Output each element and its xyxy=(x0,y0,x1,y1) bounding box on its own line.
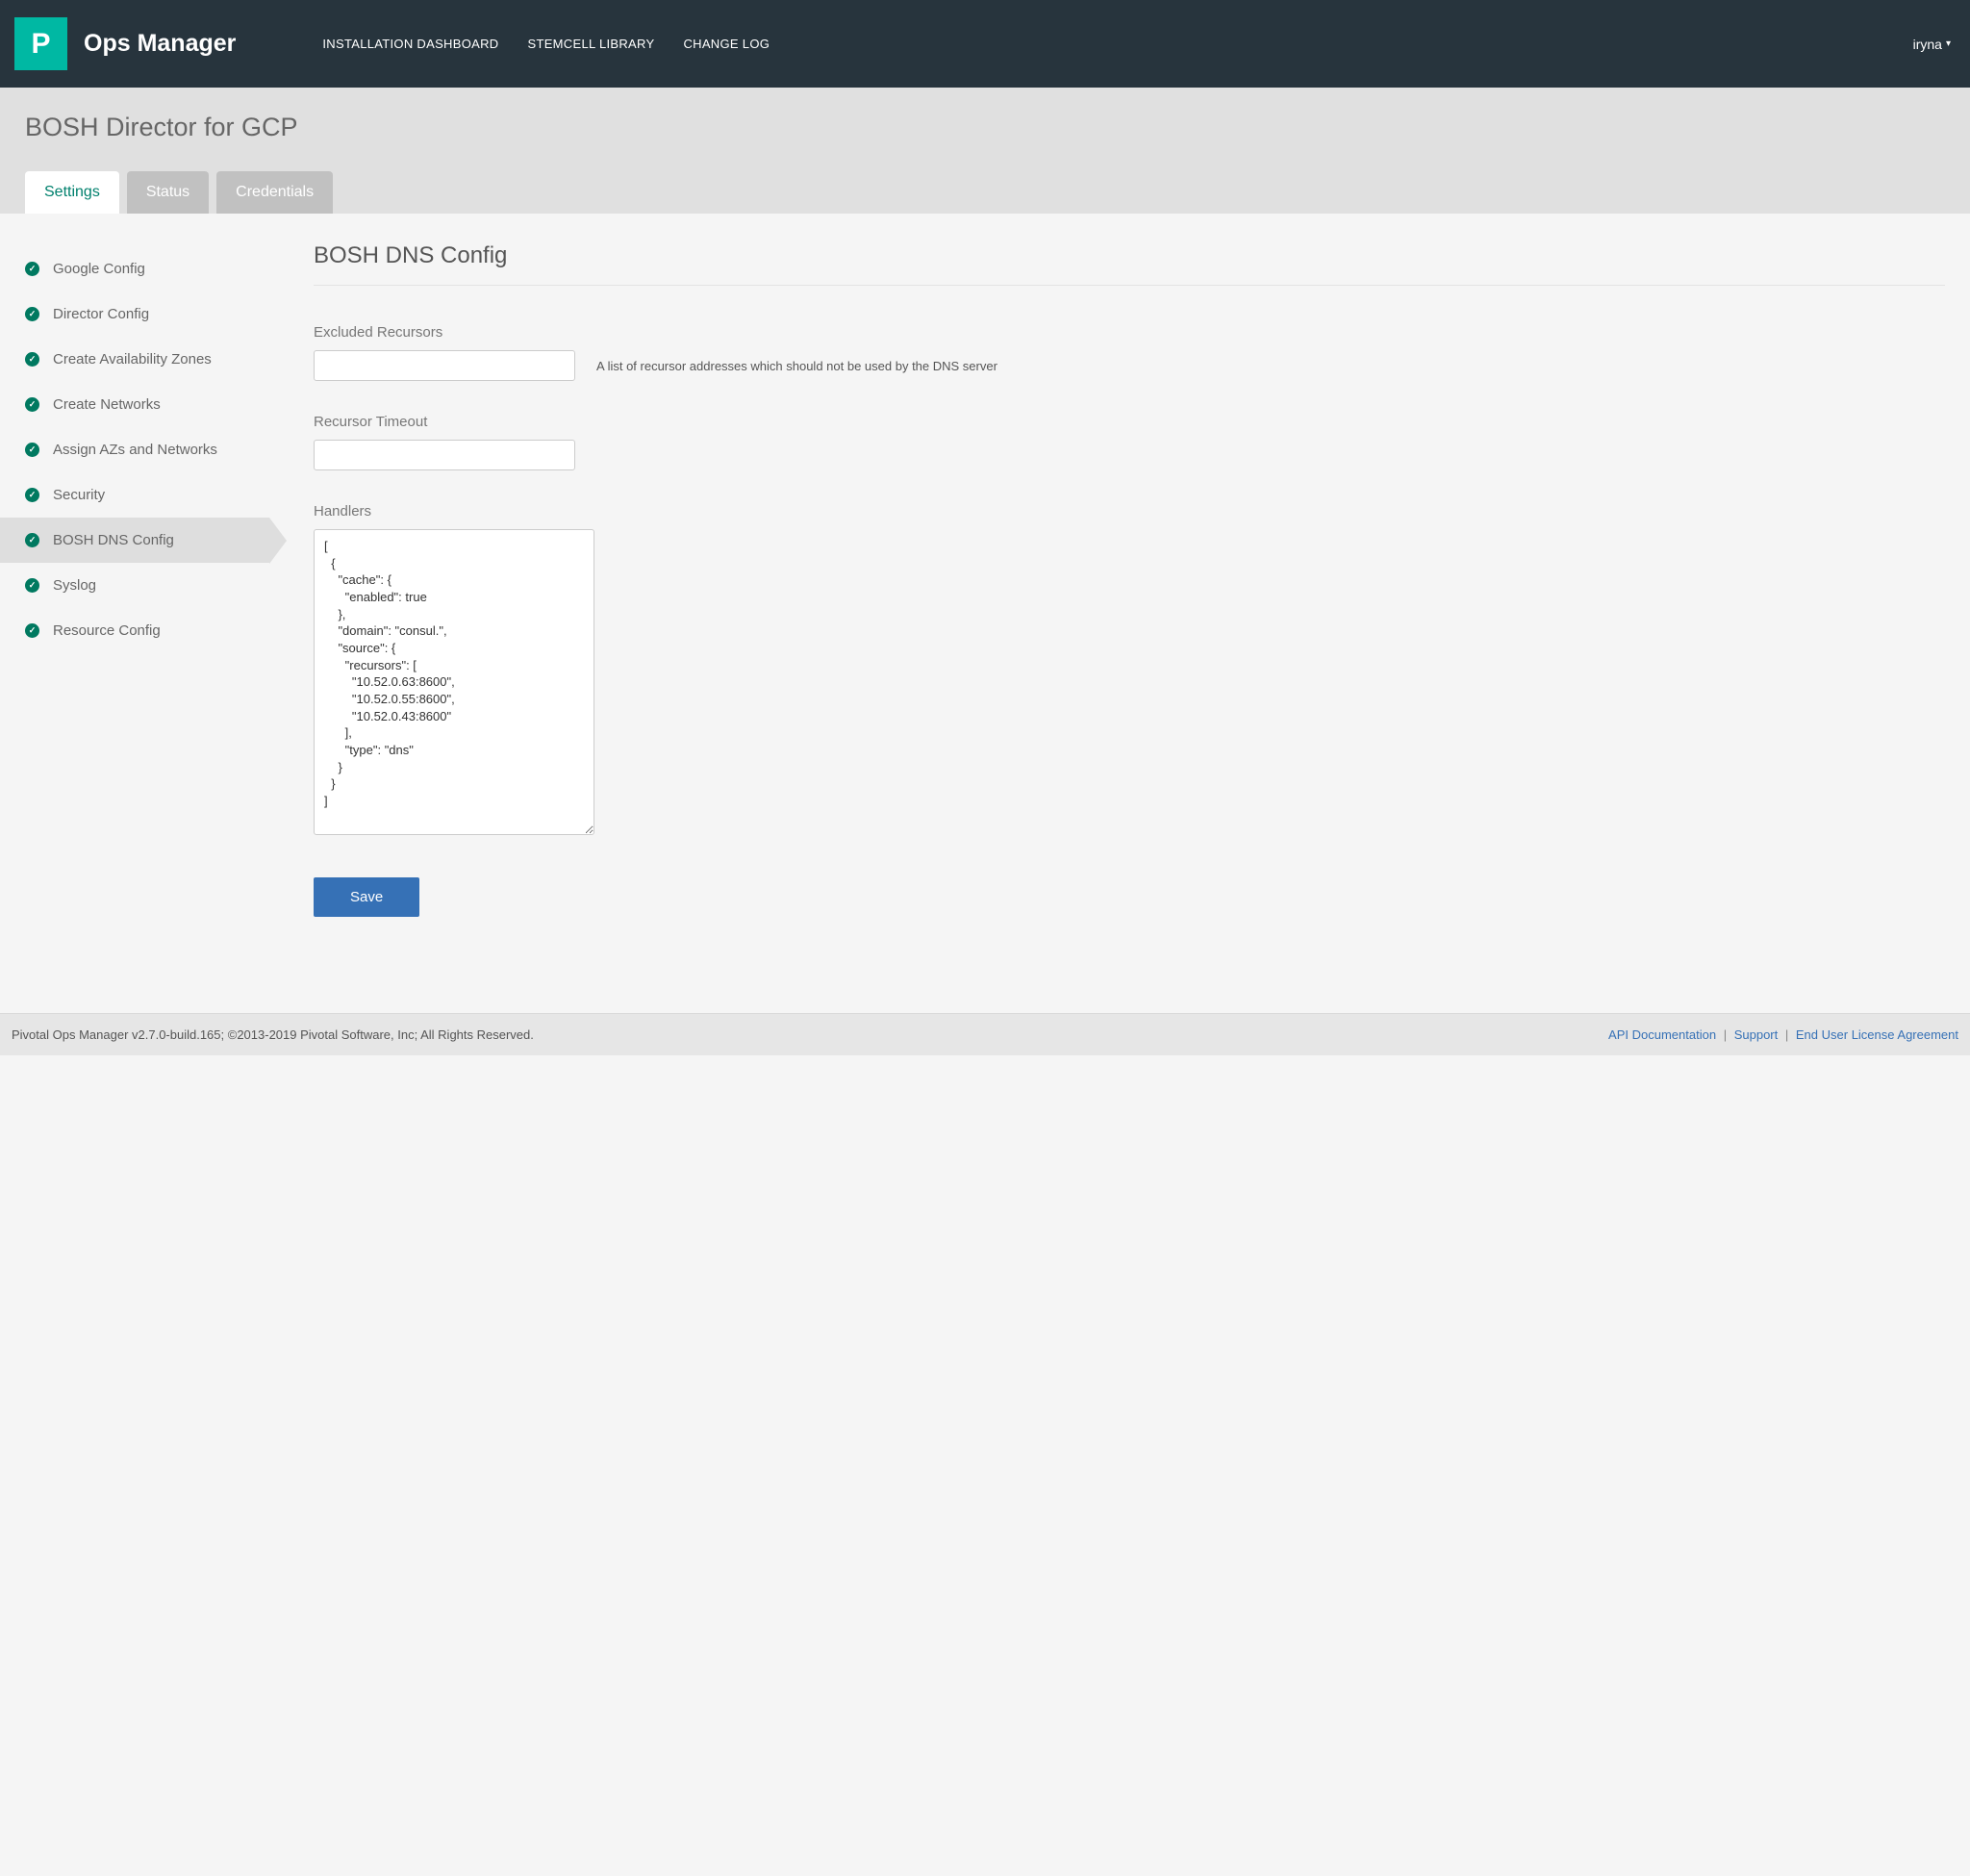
sidebar-item-label: Resource Config xyxy=(53,622,161,639)
sidebar-item-create-networks[interactable]: ✓ Create Networks xyxy=(0,382,269,427)
separator: | xyxy=(1724,1027,1727,1042)
field-label: Excluded Recursors xyxy=(314,324,1945,341)
nav-stemcell-library[interactable]: STEMCELL LIBRARY xyxy=(527,37,654,51)
sidebar-item-label: Security xyxy=(53,487,105,503)
field-recursor-timeout: Recursor Timeout xyxy=(314,414,1945,470)
subheader: BOSH Director for GCP Settings Status Cr… xyxy=(0,88,1970,214)
sidebar-item-director-config[interactable]: ✓ Director Config xyxy=(0,292,269,337)
sidebar-item-google-config[interactable]: ✓ Google Config xyxy=(0,246,269,292)
sidebar-item-resource-config[interactable]: ✓ Resource Config xyxy=(0,608,269,653)
sidebar-item-label: Create Networks xyxy=(53,396,161,413)
chevron-down-icon: ▾ xyxy=(1946,38,1951,49)
check-icon: ✓ xyxy=(25,397,39,412)
footer-copyright: Pivotal Ops Manager v2.7.0-build.165; ©2… xyxy=(12,1027,534,1042)
tab-credentials[interactable]: Credentials xyxy=(216,171,333,214)
sidebar-item-syslog[interactable]: ✓ Syslog xyxy=(0,563,269,608)
nav-change-log[interactable]: CHANGE LOG xyxy=(683,37,770,51)
sidebar-item-bosh-dns-config[interactable]: ✓ BOSH DNS Config xyxy=(0,518,269,563)
check-icon: ✓ xyxy=(25,307,39,321)
sidebar-item-label: Create Availability Zones xyxy=(53,351,212,368)
section-title: BOSH DNS Config xyxy=(314,242,1945,286)
footer: Pivotal Ops Manager v2.7.0-build.165; ©2… xyxy=(0,1013,1970,1055)
check-icon: ✓ xyxy=(25,443,39,457)
check-icon: ✓ xyxy=(25,262,39,276)
user-menu[interactable]: iryna ▾ xyxy=(1913,37,1951,52)
field-excluded-recursors: Excluded Recursors A list of recursor ad… xyxy=(314,324,1945,381)
header: P Ops Manager INSTALLATION DASHBOARD STE… xyxy=(0,0,1970,88)
field-handlers: Handlers xyxy=(314,503,1945,839)
check-icon: ✓ xyxy=(25,623,39,638)
footer-link-eula[interactable]: End User License Agreement xyxy=(1796,1027,1958,1042)
nav-installation-dashboard[interactable]: INSTALLATION DASHBOARD xyxy=(322,37,498,51)
logo-tile: P xyxy=(14,17,67,70)
sidebar-item-label: BOSH DNS Config xyxy=(53,532,174,548)
tabs: Settings Status Credentials xyxy=(25,171,1945,214)
sidebar-item-create-az[interactable]: ✓ Create Availability Zones xyxy=(0,337,269,382)
sidebar-item-label: Assign AZs and Networks xyxy=(53,442,217,458)
user-name: iryna xyxy=(1913,37,1942,52)
sidebar-item-assign-az-networks[interactable]: ✓ Assign AZs and Networks xyxy=(0,427,269,472)
top-nav: INSTALLATION DASHBOARD STEMCELL LIBRARY … xyxy=(322,37,770,51)
main: BOSH DNS Config Excluded Recursors A lis… xyxy=(269,214,1970,965)
footer-link-support[interactable]: Support xyxy=(1734,1027,1779,1042)
sidebar-item-label: Director Config xyxy=(53,306,149,322)
excluded-recursors-input[interactable] xyxy=(314,350,575,381)
page-title: BOSH Director for GCP xyxy=(25,113,1945,142)
sidebar-item-label: Google Config xyxy=(53,261,145,277)
sidebar-item-label: Syslog xyxy=(53,577,96,594)
footer-links: API Documentation | Support | End User L… xyxy=(1608,1027,1958,1042)
sidebar: ✓ Google Config ✓ Director Config ✓ Crea… xyxy=(0,214,269,965)
check-icon: ✓ xyxy=(25,533,39,547)
sidebar-item-security[interactable]: ✓ Security xyxy=(0,472,269,518)
check-icon: ✓ xyxy=(25,578,39,593)
field-row: A list of recursor addresses which shoul… xyxy=(314,350,1945,381)
separator: | xyxy=(1785,1027,1788,1042)
check-icon: ✓ xyxy=(25,488,39,502)
brand: Ops Manager xyxy=(84,30,236,58)
tab-status[interactable]: Status xyxy=(127,171,209,214)
field-label: Handlers xyxy=(314,503,1945,520)
field-help: A list of recursor addresses which shoul… xyxy=(596,359,998,373)
check-icon: ✓ xyxy=(25,352,39,367)
handlers-textarea[interactable] xyxy=(314,529,594,835)
field-label: Recursor Timeout xyxy=(314,414,1945,430)
tab-settings[interactable]: Settings xyxy=(25,171,119,214)
recursor-timeout-input[interactable] xyxy=(314,440,575,470)
save-button[interactable]: Save xyxy=(314,877,419,917)
footer-link-api-docs[interactable]: API Documentation xyxy=(1608,1027,1716,1042)
body: ✓ Google Config ✓ Director Config ✓ Crea… xyxy=(0,214,1970,965)
